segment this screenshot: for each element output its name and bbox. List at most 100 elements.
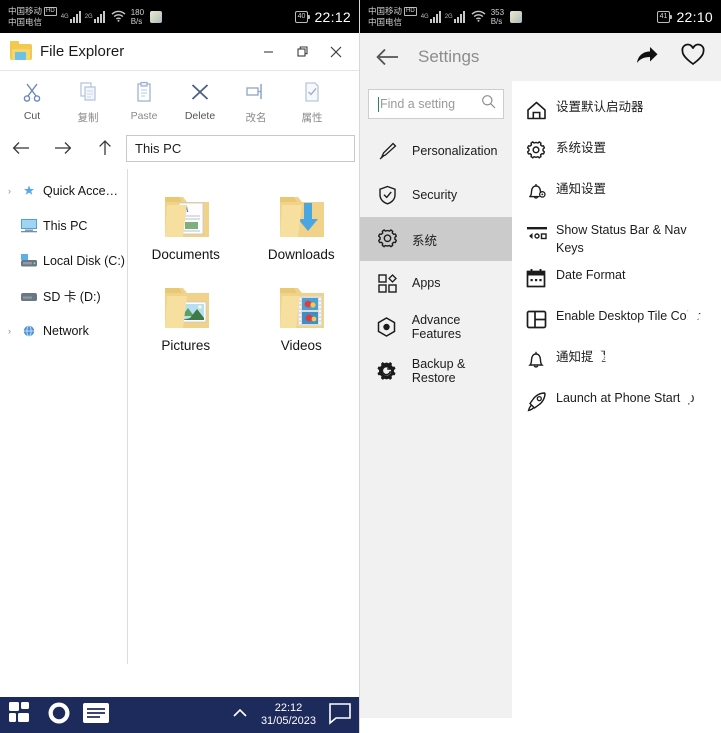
setting-system-settings[interactable]: 系统设置 (512, 130, 721, 171)
star-pin-icon (19, 182, 39, 200)
forward-button[interactable] (42, 133, 84, 163)
minimize-button[interactable] (251, 37, 285, 67)
status-app-notification-icon (510, 11, 522, 23)
signal-group-1: 4G (421, 11, 441, 23)
bell-gear-icon (526, 180, 556, 212)
setting-notification-reminder[interactable]: 通知提醒 (512, 339, 721, 380)
network-icon (19, 322, 39, 340)
setting-launch-at-phone-startup[interactable]: Launch at Phone Startup (512, 380, 721, 421)
tree-item-quick-access[interactable]: › Quick Acce… (0, 173, 127, 208)
sidebar-item-system[interactable]: 系统 (360, 217, 512, 261)
setting-date-format[interactable]: Date Format (512, 257, 721, 298)
apps-grid-icon (376, 274, 398, 293)
folder-downloads-icon (268, 189, 334, 245)
back-button[interactable] (0, 133, 42, 163)
scissors-icon (21, 79, 43, 105)
toolbar-rename-label: 改名 (246, 110, 267, 125)
signal-bars-1 (430, 11, 441, 23)
settings-header: Settings (360, 33, 721, 81)
file-item-downloads[interactable]: Downloads (244, 183, 360, 274)
heart-icon[interactable] (681, 44, 705, 71)
hexagon-dot-icon (376, 317, 398, 338)
toolbar-delete[interactable]: Delete (172, 79, 228, 125)
toolbar-cut[interactable]: Cut (4, 79, 60, 125)
file-item-label: Videos (281, 338, 322, 353)
gear-icon (376, 229, 398, 250)
search-input[interactable]: Find a setting (368, 89, 504, 119)
toggle-knob (591, 350, 604, 363)
signal-group-1: 4G (61, 11, 81, 23)
settings-body: Find a setting Personalization Securi (360, 81, 721, 718)
tree-item-local-disk-c[interactable]: Local Disk (C:) (0, 243, 127, 278)
search-placeholder: Find a setting (380, 97, 481, 111)
battery-indicator: 40 (295, 11, 309, 23)
expander-icon[interactable]: › (4, 326, 15, 336)
left-android-status-bar: 中国移动HD 中国电信 4G 2G 180 B/s 40 22:12 (0, 0, 359, 33)
setting-label: 通知设置 (556, 180, 606, 196)
toolbar-delete-label: Delete (185, 110, 215, 122)
file-item-pictures[interactable]: Pictures (128, 274, 244, 365)
setting-body: 通知设置 (556, 180, 707, 212)
taskbar-clock[interactable]: 22:12 31/05/2023 (261, 702, 316, 728)
network-speed: 353 B/s (491, 8, 504, 26)
toolbar-rename[interactable]: 改名 (228, 79, 284, 125)
tree-item-this-pc[interactable]: This PC (0, 208, 127, 243)
wifi-icon (471, 10, 486, 24)
carrier-secondary: 中国电信 (368, 17, 402, 27)
sidebar-item-label: Personalization (412, 144, 497, 158)
explorer-toolbar: Cut 复制 Paste Delete (0, 71, 359, 131)
sidebar-item-personalization[interactable]: Personalization (360, 129, 512, 173)
header-actions (635, 44, 705, 71)
sidebar-item-advance-features[interactable]: Advance Features (360, 305, 512, 349)
up-button[interactable] (84, 133, 126, 163)
toolbar-copy[interactable]: 复制 (60, 79, 116, 125)
task-view-icon[interactable] (82, 701, 112, 730)
copy-icon (77, 79, 99, 105)
expander-icon[interactable]: › (4, 186, 15, 196)
setting-show-status-bar-nav-keys[interactable]: Show Status Bar & Nav Keys (512, 212, 721, 257)
carrier-secondary: 中国电信 (8, 17, 42, 27)
bell-icon (526, 348, 556, 380)
share-icon[interactable] (635, 44, 659, 71)
file-item-videos[interactable]: Videos (244, 274, 360, 365)
toolbar-paste[interactable]: Paste (116, 79, 172, 125)
brush-icon (376, 142, 398, 161)
hd-badge: HD (404, 7, 417, 16)
notification-icon[interactable] (328, 702, 352, 729)
setting-notification-settings[interactable]: 通知设置 (512, 171, 721, 212)
hard-drive-icon (19, 252, 39, 270)
window-title: File Explorer (40, 43, 124, 60)
setting-label: Show Status Bar & Nav Keys (556, 221, 687, 255)
page-title: Settings (418, 47, 479, 67)
setting-default-launcher[interactable]: 设置默认启动器 (512, 89, 721, 130)
address-bar[interactable]: This PC (126, 135, 355, 162)
network-speed-unit: B/s (491, 17, 504, 26)
search-circle-icon[interactable] (46, 700, 74, 731)
setting-label: 设置默认启动器 (556, 98, 644, 114)
toggle-knob (686, 309, 699, 322)
setting-label: 系统设置 (556, 139, 606, 155)
tree-item-network[interactable]: › Network (0, 313, 127, 348)
sidebar-item-apps[interactable]: Apps (360, 261, 512, 305)
restore-button[interactable] (285, 37, 319, 67)
toolbar-properties[interactable]: 属性 (284, 79, 340, 125)
carrier-names: 中国移动HD 中国电信 (368, 6, 417, 27)
setting-body: 设置默认启动器 (556, 98, 707, 130)
tree-item-sd-card-d[interactable]: SD 卡 (D:) (0, 278, 127, 313)
signal-bars-1 (70, 11, 81, 23)
start-tiles-icon[interactable] (8, 700, 38, 731)
file-item-documents[interactable]: A Documents (128, 183, 244, 274)
sidebar-item-backup-restore[interactable]: Backup & Restore (360, 349, 512, 393)
search-icon[interactable] (481, 94, 496, 114)
chevron-up-icon[interactable] (231, 706, 249, 724)
explorer-body: › Quick Acce… This PC (0, 169, 359, 664)
sidebar-item-label: Apps (412, 276, 441, 290)
file-item-label: Pictures (161, 338, 210, 353)
taskbar-date: 31/05/2023 (261, 715, 316, 728)
backup-gear-icon (376, 361, 398, 382)
close-button[interactable] (319, 37, 353, 67)
sidebar-item-security[interactable]: Security (360, 173, 512, 217)
setting-enable-desktop-tile-color[interactable]: Enable Desktop Tile Color (512, 298, 721, 339)
window-controls (251, 37, 353, 67)
back-arrow-icon[interactable] (376, 48, 402, 66)
